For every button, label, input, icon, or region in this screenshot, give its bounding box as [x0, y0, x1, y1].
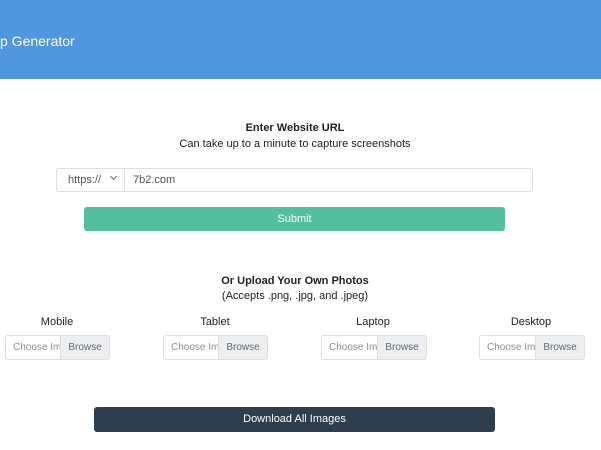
file-picker-placeholder: Choose Im [487, 342, 536, 353]
url-input-group: https:// [56, 168, 533, 192]
download-all-button[interactable]: Download All Images [94, 407, 495, 432]
file-picker-mobile[interactable]: Choose Im Browse [5, 335, 110, 360]
url-input[interactable] [125, 169, 532, 191]
browse-button[interactable]: Browse [377, 336, 426, 359]
file-picker-placeholder: Choose Im [329, 342, 378, 353]
page: p Generator Enter Website URL Can take u… [0, 0, 601, 450]
app-title-text: p Generator [0, 33, 75, 49]
device-label-desktop: Desktop [510, 316, 552, 328]
file-picker-placeholder: Choose Im [13, 342, 62, 353]
chevron-down-icon [109, 172, 118, 181]
upload-subheading: (Accepts .png, .jpg, and .jpeg) [221, 290, 369, 302]
device-label-laptop: Laptop [356, 316, 390, 328]
file-picker-placeholder: Choose Im [171, 342, 220, 353]
browse-button[interactable]: Browse [218, 336, 267, 359]
upload-heading: Or Upload Your Own Photos [221, 275, 369, 287]
file-picker-tablet[interactable]: Choose Im Browse [163, 335, 268, 360]
app-title: p Generator [0, 32, 120, 50]
url-subheading: Can take up to a minute to capture scree… [179, 138, 411, 150]
device-label-mobile: Mobile [40, 316, 74, 328]
protocol-select[interactable]: https:// [57, 169, 125, 191]
browse-button[interactable]: Browse [535, 336, 584, 359]
submit-button[interactable]: Submit [84, 207, 505, 231]
file-picker-desktop[interactable]: Choose Im Browse [479, 335, 585, 360]
url-heading: Enter Website URL [245, 122, 345, 134]
file-picker-laptop[interactable]: Choose Im Browse [321, 335, 427, 360]
device-label-tablet: Tablet [200, 316, 230, 328]
header-bar: p Generator [0, 0, 601, 79]
protocol-select-value: https:// [68, 174, 102, 186]
browse-button[interactable]: Browse [60, 336, 109, 359]
